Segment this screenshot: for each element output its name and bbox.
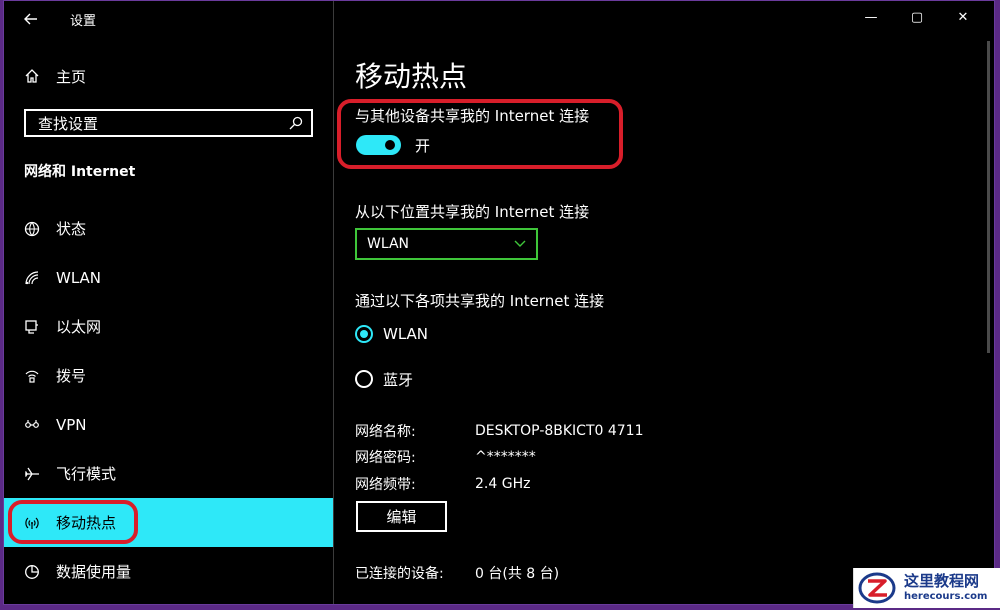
maximize-button[interactable]: ▢ bbox=[894, 5, 940, 29]
settings-window: 设置 主页 查找设置 网络和 Internet 状态 WLAN 以太网 拨号 V… bbox=[3, 0, 995, 605]
sidebar-item-wlan[interactable]: WLAN bbox=[4, 253, 333, 302]
globe-icon bbox=[22, 219, 42, 239]
radio-button[interactable] bbox=[355, 370, 373, 388]
sidebar-item-label: 以太网 bbox=[56, 318, 102, 336]
network-name-row: 网络名称: DESKTOP-8BKICT0 4711 bbox=[355, 421, 644, 441]
toggle-knob bbox=[385, 140, 395, 150]
page-title: 移动热点 bbox=[355, 60, 468, 93]
share-connection-label: 与其他设备共享我的 Internet 连接 bbox=[355, 107, 590, 125]
sidebar-item-label: 数据使用量 bbox=[56, 563, 132, 581]
search-input[interactable]: 查找设置 bbox=[24, 109, 313, 137]
home-label: 主页 bbox=[56, 67, 87, 86]
network-band-label: 网络频带: bbox=[355, 477, 416, 493]
scrollbar[interactable] bbox=[987, 41, 990, 353]
share-from-dropdown[interactable]: WLAN bbox=[355, 228, 538, 260]
watermark: 这里教程网 herecours.com bbox=[853, 568, 1000, 608]
edit-button[interactable]: 编辑 bbox=[356, 501, 447, 532]
titlebar-left: 设置 bbox=[20, 9, 96, 29]
network-band-row: 网络频带: 2.4 GHz bbox=[355, 474, 530, 494]
sidebar-item-dialup[interactable]: 拨号 bbox=[4, 351, 333, 400]
network-band-value: 2.4 GHz bbox=[475, 476, 531, 492]
search-icon[interactable] bbox=[287, 114, 305, 132]
sidebar-item-label: VPN bbox=[56, 415, 87, 434]
radio-label: 蓝牙 bbox=[383, 370, 414, 389]
section-heading: 网络和 Internet bbox=[24, 164, 136, 180]
app-title: 设置 bbox=[70, 13, 97, 29]
vpn-icon bbox=[22, 415, 42, 435]
network-name-value: DESKTOP-8BKICT0 4711 bbox=[475, 423, 644, 439]
chevron-down-icon bbox=[512, 238, 528, 250]
share-from-label: 从以下位置共享我的 Internet 连接 bbox=[355, 203, 590, 221]
close-button[interactable]: ✕ bbox=[940, 5, 986, 29]
network-password-row: 网络密码: ^******* bbox=[355, 447, 536, 467]
dialup-icon bbox=[22, 366, 42, 386]
dropdown-value: WLAN bbox=[367, 236, 410, 252]
toggle-state-label: 开 bbox=[415, 137, 431, 155]
hotspot-toggle[interactable] bbox=[356, 135, 401, 155]
connected-devices-label: 已连接的设备: bbox=[355, 566, 444, 582]
sidebar-item-ethernet[interactable]: 以太网 bbox=[4, 302, 333, 351]
wifi-icon bbox=[22, 268, 42, 288]
network-name-label: 网络名称: bbox=[355, 424, 416, 440]
ethernet-icon bbox=[22, 317, 42, 337]
network-password-label: 网络密码: bbox=[355, 450, 416, 466]
sidebar-item-airplane[interactable]: 飞行模式 bbox=[4, 449, 333, 498]
data-usage-icon bbox=[22, 562, 42, 582]
sidebar-item-hotspot[interactable]: 移动热点 bbox=[4, 498, 333, 547]
back-arrow-icon[interactable] bbox=[20, 10, 42, 28]
sidebar-item-data-usage[interactable]: 数据使用量 bbox=[4, 547, 333, 596]
network-password-value: ^******* bbox=[475, 449, 536, 465]
search-input-text: 查找设置 bbox=[38, 114, 99, 133]
watermark-logo-icon bbox=[854, 569, 900, 607]
radio-option-bluetooth[interactable]: 蓝牙 bbox=[355, 368, 413, 390]
radio-option-wlan[interactable]: WLAN bbox=[355, 323, 428, 345]
sidebar-item-label: 状态 bbox=[56, 220, 87, 238]
sidebar-item-status[interactable]: 状态 bbox=[4, 204, 333, 253]
sidebar: 设置 主页 查找设置 网络和 Internet 状态 WLAN 以太网 拨号 V… bbox=[4, 1, 333, 604]
highlight-ring bbox=[8, 500, 138, 544]
minimize-button[interactable]: — bbox=[848, 5, 894, 29]
sidebar-item-label: 飞行模式 bbox=[56, 465, 117, 483]
share-via-label: 通过以下各项共享我的 Internet 连接 bbox=[355, 292, 605, 310]
connected-devices-row: 已连接的设备: 0 台(共 8 台) bbox=[355, 563, 559, 583]
radio-label: WLAN bbox=[383, 325, 429, 343]
watermark-name: 这里教程网 bbox=[904, 572, 980, 590]
window-controls: — ▢ ✕ bbox=[848, 5, 986, 29]
sidebar-item-vpn[interactable]: VPN bbox=[4, 400, 333, 449]
nav-list: 状态 WLAN 以太网 拨号 VPN 飞行模式 移动热点 数据使用量 bbox=[4, 204, 333, 596]
main-content: 移动热点 与其他设备共享我的 Internet 连接 开 从以下位置共享我的 I… bbox=[334, 1, 994, 604]
radio-button-checked[interactable] bbox=[355, 325, 373, 343]
home-icon bbox=[22, 66, 42, 86]
watermark-url: herecours.com bbox=[904, 591, 988, 602]
watermark-text: 这里教程网 herecours.com bbox=[904, 572, 987, 604]
airplane-icon bbox=[22, 464, 42, 484]
sidebar-item-label: 拨号 bbox=[56, 367, 87, 385]
sidebar-item-home[interactable]: 主页 bbox=[22, 63, 86, 89]
connected-devices-value: 0 台(共 8 台) bbox=[475, 566, 560, 582]
sidebar-item-label: WLAN bbox=[56, 268, 102, 287]
